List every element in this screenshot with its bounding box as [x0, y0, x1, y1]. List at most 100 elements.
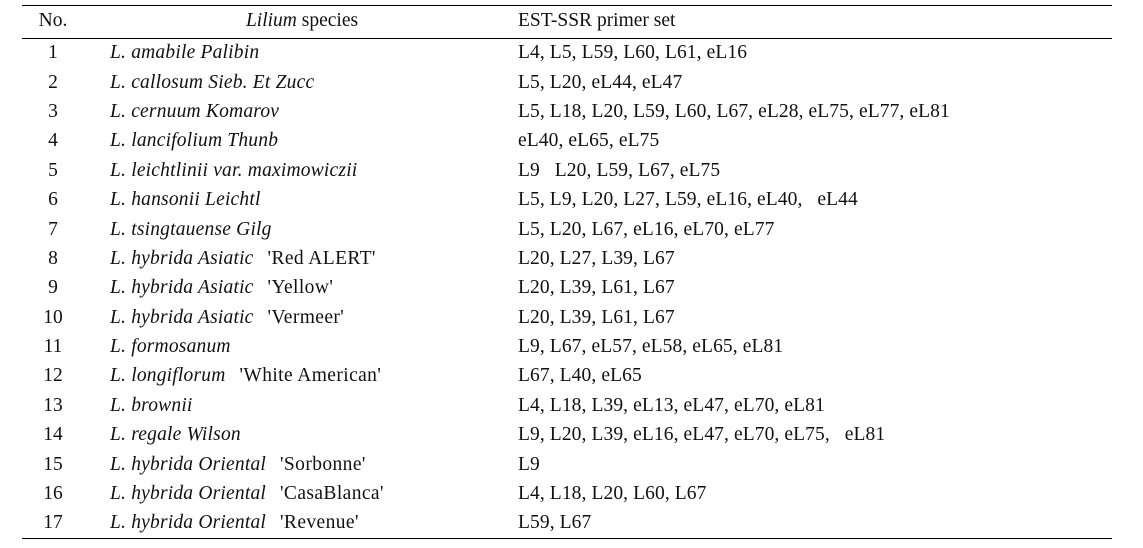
cell-species-name: L. formosanum: [84, 332, 510, 361]
cell-species-name: L. hybrida Asiatic 'Red ALERT': [84, 244, 510, 273]
cell-primer-set: eL40, eL65, eL75: [518, 130, 660, 152]
species-binomial: L. hybrida Asiatic: [110, 277, 254, 299]
cell-species-name: L. brownii: [84, 391, 510, 420]
cell-primer-set: L4, L18, L20, L60, L67: [518, 483, 707, 505]
table-row: 11 L. formosanum L9, L67, eL57, eL58, eL65…: [22, 332, 1112, 361]
column-header-primer-set: EST-SSR primer set: [518, 10, 676, 31]
species-binomial: L. callosum Sieb. Et Zucc: [110, 71, 315, 93]
cell-primer-set: L20, L27, L39, L67: [518, 247, 675, 269]
cell-row-number: 9: [48, 277, 58, 299]
cell-primer-set: L5, L9, L20, L27, L59, eL16, eL40, eL44: [518, 189, 858, 211]
cell-species-name: L. hybrida Oriental 'Sorbonne': [84, 450, 510, 479]
cell-row-number: 15: [43, 453, 63, 475]
species-cultivar-name: 'Yellow': [267, 277, 334, 299]
table-header: No. Lilium species EST-SSR primer set: [22, 5, 1112, 39]
species-binomial: L. cernuum Komarov: [110, 100, 280, 122]
cell-species-name: L. callosum Sieb. Et Zucc: [84, 68, 510, 97]
species-binomial: L. amabile Palibin: [110, 42, 260, 64]
cell-row-number: 17: [43, 512, 63, 534]
cell-primer-set: L59, L67: [518, 512, 592, 534]
cell-primer-set: L20, L39, L61, L67: [518, 277, 675, 299]
species-cultivar-name: 'White American': [239, 365, 382, 387]
table-row: 7 L. tsingtauense Gilg L5, L20, L67, eL16,…: [22, 215, 1112, 244]
table-row: 13 L. brownii L4, L18, L39, eL13, eL47, eL…: [22, 391, 1112, 420]
table-row: 6 L. hansonii Leichtl L5, L9, L20, L27, L5…: [22, 185, 1112, 214]
species-binomial: L. hybrida Oriental: [110, 483, 267, 505]
cell-primer-set: L9: [518, 453, 540, 475]
column-header-species: Lilium species: [84, 6, 510, 39]
cell-row-number: 12: [43, 365, 63, 387]
table-row: 8 L. hybrida Asiatic 'Red ALERT' L20, L27, …: [22, 244, 1112, 273]
table-body: 1 L. amabile Palibin L4, L5, L59, L60, L61…: [22, 39, 1112, 539]
species-binomial: L. hybrida Oriental: [110, 512, 267, 534]
cell-primer-set: L9, L67, eL57, eL58, eL65, eL81: [518, 336, 784, 358]
cell-species-name: L. hybrida Oriental 'Revenue': [84, 509, 510, 538]
species-cultivar-name: 'Red ALERT': [267, 247, 376, 269]
species-binomial: L. longiflorum: [110, 365, 226, 387]
species-cultivar-name: 'Sorbonne': [280, 453, 366, 475]
cell-primer-set: L9 L20, L59, L67, eL75: [518, 159, 721, 181]
cell-primer-set: L4, L18, L39, eL13, eL47, eL70, eL81: [518, 394, 825, 416]
cell-primer-set: L5, L20, eL44, eL47: [518, 71, 683, 93]
species-binomial: L. hybrida Oriental: [110, 453, 267, 475]
cell-row-number: 16: [43, 483, 63, 505]
cell-row-number: 14: [43, 424, 63, 446]
table-row: 5 L. leichtlinii var. maximowiczii L9 L20,…: [22, 156, 1112, 185]
species-cultivar-name: 'CasaBlanca': [280, 483, 384, 505]
cell-primer-set: L5, L18, L20, L59, L60, L67, eL28, eL75,…: [518, 100, 950, 122]
cell-species-name: L. regale Wilson: [84, 421, 510, 450]
cell-primer-set: L67, L40, eL65: [518, 365, 642, 387]
species-binomial: L. tsingtauense Gilg: [110, 218, 272, 240]
cell-species-name: L. hybrida Asiatic 'Yellow': [84, 274, 510, 303]
cell-species-name: L. lancifolium Thunb: [84, 127, 510, 156]
cell-row-number: 7: [48, 218, 58, 240]
cell-species-name: L. amabile Palibin: [84, 39, 510, 68]
table-row: 17 L. hybrida Oriental 'Revenue' L59, L67: [22, 509, 1112, 539]
cell-primer-set: L5, L20, L67, eL16, eL70, eL77: [518, 218, 775, 240]
cell-species-name: L. hybrida Asiatic 'Vermeer': [84, 303, 510, 332]
cell-row-number: 6: [48, 189, 58, 211]
cell-species-name: L. leichtlinii var. maximowiczii: [84, 156, 510, 185]
cell-species-name: L. tsingtauense Gilg: [84, 215, 510, 244]
cell-row-number: 3: [48, 100, 58, 122]
table-row: 14 L. regale Wilson L9, L20, L39, eL16, eL…: [22, 421, 1112, 450]
species-binomial: L. hybrida Asiatic: [110, 306, 254, 328]
cell-row-number: 4: [48, 130, 58, 152]
table-row: 10 L. hybrida Asiatic 'Vermeer' L20, L39, L…: [22, 303, 1112, 332]
column-header-no: No.: [38, 10, 68, 31]
lilium-primer-table: No. Lilium species EST-SSR primer set 1 L…: [22, 5, 1112, 539]
cell-row-number: 1: [48, 42, 58, 64]
cell-row-number: 8: [48, 247, 58, 269]
species-binomial: L. regale Wilson: [110, 424, 241, 446]
cell-primer-set: L9, L20, L39, eL16, eL47, eL70, eL75, eL…: [518, 424, 886, 446]
cell-primer-set: L20, L39, L61, L67: [518, 306, 675, 328]
cell-species-name: L. longiflorum 'White American': [84, 362, 510, 391]
cell-row-number: 10: [43, 306, 63, 328]
species-binomial: L. hansonii Leichtl: [110, 189, 261, 211]
species-binomial: L. leichtlinii var. maximowiczii: [110, 159, 358, 181]
table-row: 2 L. callosum Sieb. Et Zucc L5, L20, eL44,…: [22, 68, 1112, 97]
table-row: 3 L. cernuum Komarov L5, L18, L20, L59, L6…: [22, 97, 1112, 126]
species-binomial: L. hybrida Asiatic: [110, 247, 254, 269]
species-binomial: L. formosanum: [110, 336, 231, 358]
table-row: 16 L. hybrida Oriental 'CasaBlanca' L4, L18…: [22, 479, 1112, 508]
table-row: 9 L. hybrida Asiatic 'Yellow' L20, L39, L61…: [22, 274, 1112, 303]
species-cultivar-name: 'Revenue': [280, 512, 359, 534]
cell-primer-set: L4, L5, L59, L60, L61, eL16: [518, 42, 748, 64]
table-row: 1 L. amabile Palibin L4, L5, L59, L60, L61…: [22, 39, 1112, 68]
species-binomial: L. lancifolium Thunb: [110, 130, 279, 152]
cell-species-name: L. hansonii Leichtl: [84, 185, 510, 214]
table-row: 12 L. longiflorum 'White American' L67, L40…: [22, 362, 1112, 391]
cell-row-number: 5: [48, 159, 58, 181]
lilium-primer-table-container: No. Lilium species EST-SSR primer set 1 L…: [22, 5, 1112, 539]
header-row: No. Lilium species EST-SSR primer set: [22, 5, 1112, 39]
cell-row-number: 11: [43, 336, 63, 358]
cell-row-number: 2: [48, 71, 58, 93]
cell-species-name: L. hybrida Oriental 'CasaBlanca': [84, 479, 510, 508]
column-header-species-genus: Lilium: [245, 10, 297, 31]
species-binomial: L. brownii: [110, 394, 193, 416]
species-cultivar-name: 'Vermeer': [267, 306, 345, 328]
table-row: 15 L. hybrida Oriental 'Sorbonne' L9: [22, 450, 1112, 479]
cell-row-number: 13: [43, 394, 63, 416]
column-header-species-word: species: [296, 10, 359, 31]
